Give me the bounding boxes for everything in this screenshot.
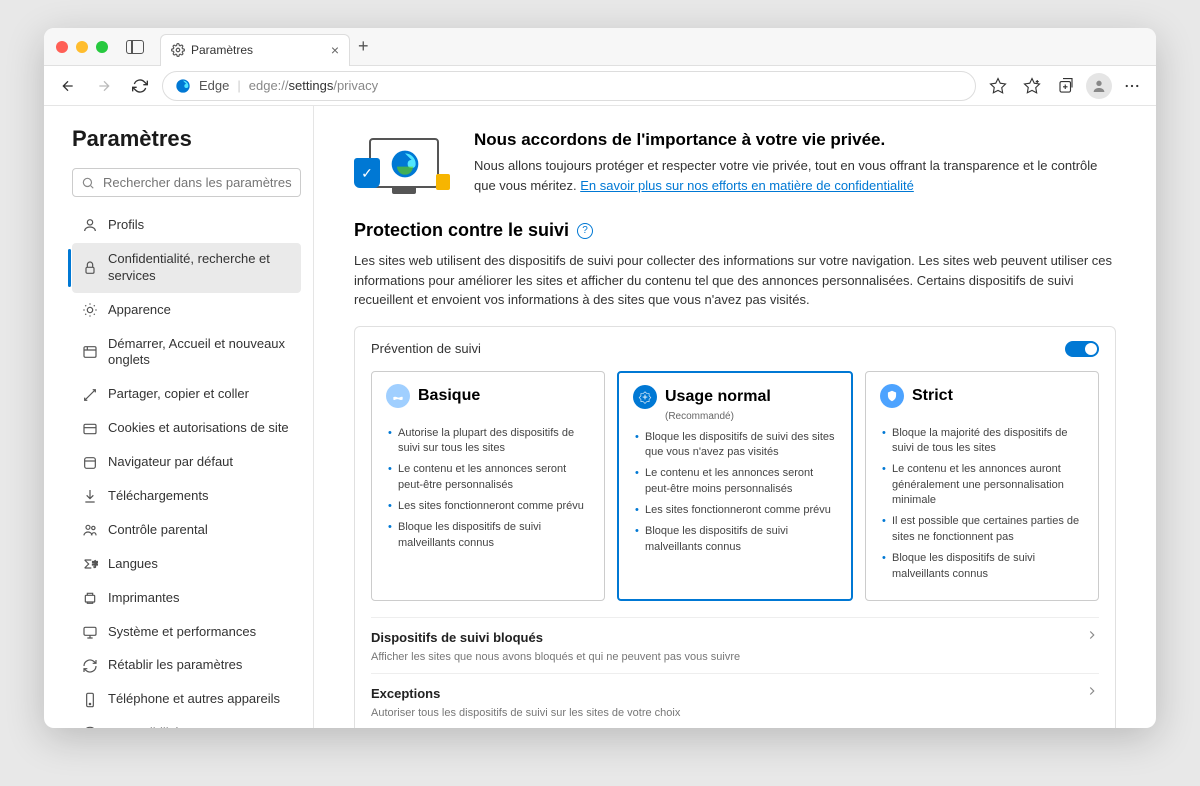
sidebar-item-11[interactable]: Système et performances — [72, 616, 301, 649]
sidebar-item-3[interactable]: Démarrer, Accueil et nouveaux onglets — [72, 328, 301, 378]
browser-window: Paramètres × + Edge | edge://settings/pr… — [44, 28, 1156, 728]
sidebar-item-12[interactable]: Rétablir les paramètres — [72, 649, 301, 682]
hero-title: Nous accordons de l'importance à votre v… — [474, 130, 1116, 150]
tracking-prevention-toggle[interactable] — [1065, 341, 1099, 357]
favorite-star-icon[interactable] — [984, 72, 1012, 100]
tracking-section-title: Protection contre le suivi — [354, 220, 569, 241]
search-icon — [81, 176, 95, 190]
tab-overview-icon[interactable] — [126, 40, 144, 54]
settings-sidebar: Paramètres ProfilsConfidentialité, reche… — [44, 106, 314, 728]
tracking-level-card-usage-normal[interactable]: Usage normal(Recommandé)Bloque les dispo… — [617, 371, 853, 602]
edge-icon — [175, 78, 191, 94]
window-controls — [56, 41, 108, 53]
prevention-label: Prévention de suivi — [371, 341, 481, 356]
back-button[interactable] — [54, 72, 82, 100]
exceptions-row[interactable]: Exceptions Autoriser tous les dispositif… — [371, 673, 1099, 728]
maximize-window-button[interactable] — [96, 41, 108, 53]
tab-settings[interactable]: Paramètres × — [160, 34, 350, 66]
new-tab-button[interactable]: + — [358, 36, 369, 57]
settings-main: ✓ Nous accordons de l'importance à votre… — [314, 106, 1156, 728]
sidebar-item-13[interactable]: Téléphone et autres appareils — [72, 683, 301, 716]
minimize-window-button[interactable] — [76, 41, 88, 53]
info-icon[interactable]: ? — [577, 223, 593, 239]
url: edge://settings/privacy — [249, 78, 378, 93]
tracking-level-card-strict[interactable]: StrictBloque la majorité des dispositifs… — [865, 371, 1099, 602]
gear-icon — [171, 43, 185, 57]
sidebar-item-14[interactable]: Accessibilité — [72, 717, 301, 728]
titlebar: Paramètres × + — [44, 28, 1156, 66]
close-tab-button[interactable]: × — [331, 42, 339, 58]
favorites-icon[interactable] — [1018, 72, 1046, 100]
sidebar-item-1[interactable]: Confidentialité, recherche et services — [72, 243, 301, 293]
toolbar: Edge | edge://settings/privacy — [44, 66, 1156, 106]
close-window-button[interactable] — [56, 41, 68, 53]
sidebar-item-6[interactable]: Navigateur par défaut — [72, 446, 301, 479]
collections-icon[interactable] — [1052, 72, 1080, 100]
sidebar-item-9[interactable]: 字Langues — [72, 548, 301, 581]
hero-body: Nous allons toujours protéger et respect… — [474, 156, 1116, 195]
blocked-trackers-row[interactable]: Dispositifs de suivi bloqués Afficher le… — [371, 617, 1099, 673]
shield-icon: ✓ — [354, 158, 380, 188]
settings-search[interactable] — [72, 168, 301, 197]
tracking-section-desc: Les sites web utilisent des dispositifs … — [354, 251, 1116, 310]
sidebar-item-4[interactable]: Partager, copier et coller — [72, 378, 301, 411]
more-menu-button[interactable] — [1118, 72, 1146, 100]
privacy-learn-more-link[interactable]: En savoir plus sur nos efforts en matièr… — [580, 178, 914, 193]
search-input[interactable] — [103, 175, 292, 190]
reload-button[interactable] — [126, 72, 154, 100]
sidebar-item-10[interactable]: Imprimantes — [72, 582, 301, 615]
chevron-right-icon — [1085, 628, 1099, 647]
tracking-prevention-panel: Prévention de suivi BasiqueAutorise la p… — [354, 326, 1116, 729]
privacy-hero-image: ✓ — [354, 130, 454, 196]
sidebar-item-2[interactable]: Apparence — [72, 294, 301, 327]
product-label: Edge — [199, 78, 229, 93]
sidebar-item-8[interactable]: Contrôle parental — [72, 514, 301, 547]
sidebar-item-0[interactable]: Profils — [72, 209, 301, 242]
lock-icon — [436, 174, 450, 190]
chevron-right-icon — [1085, 684, 1099, 703]
sidebar-item-5[interactable]: Cookies et autorisations de site — [72, 412, 301, 445]
forward-button[interactable] — [90, 72, 118, 100]
profile-avatar[interactable] — [1086, 73, 1112, 99]
page-title: Paramètres — [72, 126, 301, 152]
address-bar[interactable]: Edge | edge://settings/privacy — [162, 71, 976, 101]
tab-title: Paramètres — [191, 43, 253, 57]
tracking-level-card-basique[interactable]: BasiqueAutorise la plupart des dispositi… — [371, 371, 605, 602]
sidebar-item-7[interactable]: Téléchargements — [72, 480, 301, 513]
svg-text:字: 字 — [92, 560, 98, 569]
